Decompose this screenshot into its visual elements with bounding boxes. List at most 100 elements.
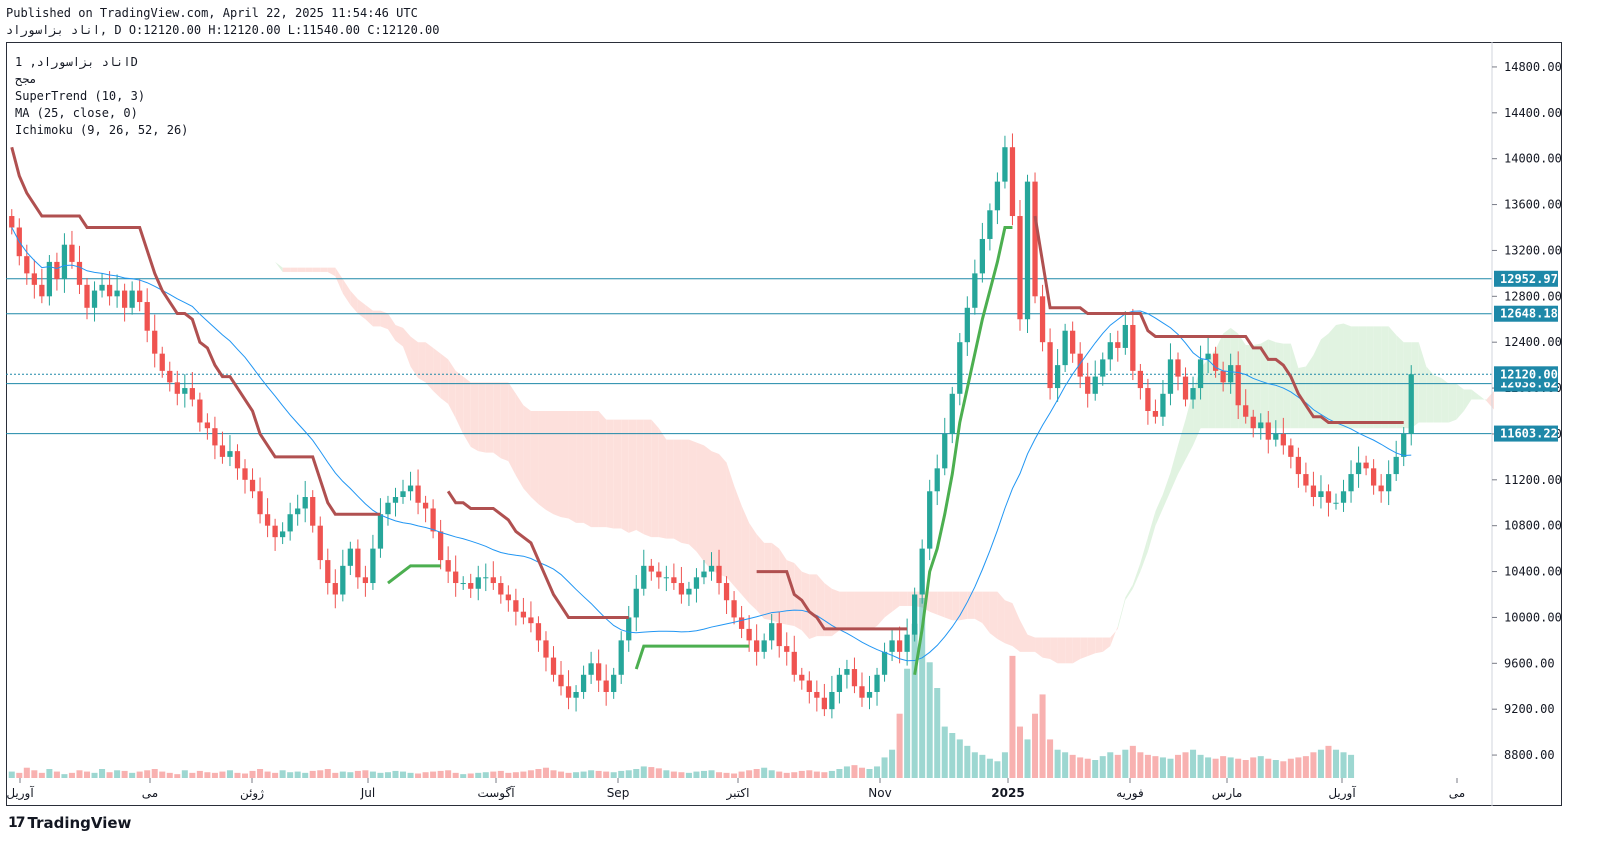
volume-bar — [302, 772, 309, 778]
volume-bar — [1265, 758, 1272, 778]
candle-body — [212, 428, 218, 446]
cloud-segment — [703, 445, 712, 571]
candle-body — [287, 514, 293, 532]
cloud-segment — [1448, 383, 1457, 423]
volume-bar — [1107, 752, 1114, 778]
volume-bar — [700, 770, 707, 778]
candle-body — [1152, 411, 1159, 417]
volume-bar — [38, 772, 45, 778]
cloud-segment — [1035, 637, 1043, 658]
cloud-segment — [621, 419, 629, 533]
volume-bar — [129, 772, 136, 778]
volume-bar — [1182, 752, 1189, 778]
candle-body — [1009, 147, 1016, 217]
volume-bar — [746, 770, 753, 778]
candle-body — [1310, 485, 1317, 498]
y-tick-label: 14000.00 — [1504, 152, 1562, 166]
price-label: 12952.97 — [1500, 272, 1558, 286]
volume-bar — [234, 772, 241, 778]
volume-bar — [445, 770, 452, 778]
candle-body — [317, 525, 323, 561]
legend-ichimoku[interactable]: Ichimoku (9, 26, 52, 26) — [15, 123, 188, 137]
volume-bar — [1039, 694, 1046, 778]
volume-bar — [1332, 749, 1340, 778]
volume-bar — [828, 770, 835, 778]
volume-bar — [1077, 757, 1084, 778]
y-tick-label: 12800.00 — [1504, 289, 1562, 303]
candle-body — [1167, 359, 1174, 394]
volume-bar — [249, 770, 256, 778]
cloud-segment — [576, 411, 584, 523]
volume-bar — [949, 733, 956, 778]
volume-bar — [1122, 749, 1129, 778]
candle-body — [611, 674, 617, 692]
cloud-segment — [275, 261, 283, 272]
candle-body — [1182, 376, 1189, 400]
candle-body — [543, 640, 549, 658]
candle-body — [91, 290, 98, 308]
volume-bar — [625, 770, 632, 778]
cloud-segment — [944, 591, 953, 621]
candle-body — [61, 244, 68, 280]
candle-body — [648, 565, 654, 572]
candle-body — [392, 497, 399, 503]
volume-bar — [588, 770, 595, 778]
cloud-segment — [937, 591, 945, 618]
volume-bar — [1220, 756, 1227, 778]
volume-bar — [1280, 761, 1287, 778]
candle-body — [377, 514, 384, 549]
cloud-segment — [666, 439, 674, 539]
price-label: 11603.22 — [1500, 427, 1558, 441]
candle-body — [656, 571, 662, 578]
candle-body — [415, 485, 421, 503]
x-tick-label: مارس — [1212, 786, 1243, 801]
candle-body — [633, 588, 639, 618]
volume-bar — [618, 770, 625, 778]
tradingview-logo[interactable]: 17 TradingView — [8, 814, 131, 832]
cloud-segment — [673, 439, 682, 543]
candle-body — [641, 565, 647, 589]
volume-bar — [339, 771, 346, 778]
cloud-segment — [357, 299, 366, 320]
cloud-segment — [643, 419, 652, 538]
candle-body — [881, 651, 888, 675]
cloud-segment — [1441, 378, 1449, 423]
legend-supertrend[interactable]: SuperTrend (10, 3) — [15, 89, 145, 103]
volume-bar — [1092, 760, 1099, 778]
cloud-segment — [974, 591, 983, 624]
candle-body — [31, 273, 37, 285]
price-chart[interactable]: 8800.00 9200.00 9600.00 10000.00 10400.00 108… — [0, 0, 1598, 858]
cloud-segment — [433, 347, 441, 399]
candle-body — [791, 651, 797, 675]
cloud-segment — [1456, 383, 1464, 420]
candle-body — [1318, 491, 1324, 498]
volume-bar — [941, 726, 948, 778]
volume-bar — [1227, 757, 1234, 778]
cloud-segment — [1471, 389, 1479, 400]
volume-bar — [1257, 756, 1264, 778]
volume-bar — [874, 766, 881, 778]
candle-body — [716, 565, 722, 584]
candle-body — [121, 290, 128, 308]
cloud-segment — [598, 411, 607, 528]
candle-body — [671, 577, 677, 584]
candle-body — [1355, 462, 1362, 475]
volume-bar — [1144, 754, 1151, 778]
candle-body — [1370, 468, 1377, 486]
volume-bar — [264, 771, 271, 778]
supertrend-line — [387, 564, 441, 585]
cloud-segment — [395, 324, 404, 347]
candle-body — [942, 433, 948, 469]
candle-body — [859, 686, 865, 698]
cloud-segment — [305, 267, 313, 272]
candle-body — [1333, 502, 1339, 504]
legend-ma[interactable]: MA (25, close, 0) — [15, 106, 138, 120]
volume-bar — [595, 770, 602, 778]
y-tick-label: 13200.00 — [1504, 243, 1562, 257]
volume-bar — [843, 766, 850, 778]
x-tick-label: آوریل — [6, 785, 34, 801]
cloud-segment — [1057, 637, 1066, 664]
y-tick-label: 9200.00 — [1504, 702, 1555, 716]
candle-body — [1378, 485, 1384, 492]
cloud-segment — [229, 256, 238, 262]
